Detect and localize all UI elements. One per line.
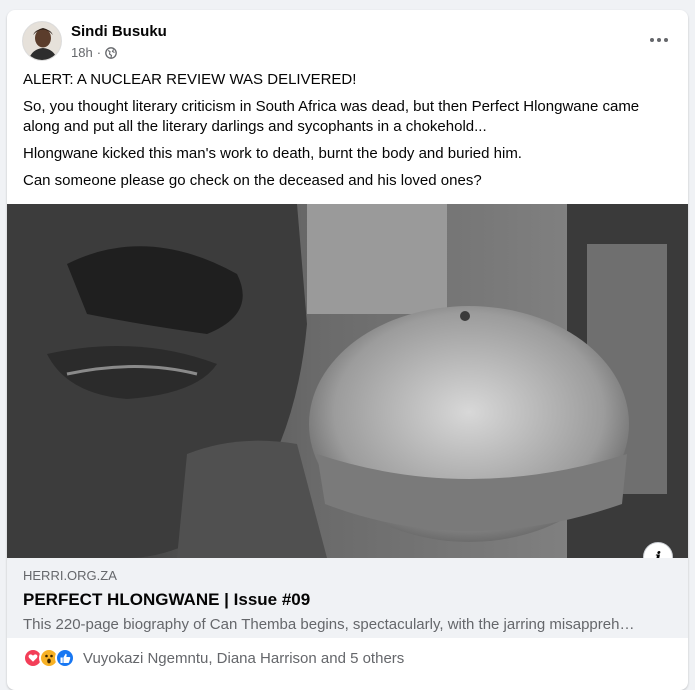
post-paragraph: ALERT: A NUCLEAR REVIEW WAS DELIVERED! xyxy=(23,71,357,88)
post-paragraph: Can someone please go check on the decea… xyxy=(23,172,482,189)
more-options-icon[interactable] xyxy=(646,27,672,53)
post-header: Sindi Busuku 18h · xyxy=(7,10,688,70)
post-paragraph: So, you thought literary criticism in So… xyxy=(23,98,640,135)
post-body: ALERT: A NUCLEAR REVIEW WAS DELIVERED! S… xyxy=(7,70,688,191)
link-preview[interactable]: HERRI.ORG.ZA PERFECT HLONGWANE | Issue #… xyxy=(7,558,688,638)
post-paragraph: Hlongwane kicked this man's work to deat… xyxy=(23,145,522,162)
post-meta: 18h · xyxy=(71,45,117,60)
reaction-icons[interactable] xyxy=(23,648,75,668)
like-icon[interactable] xyxy=(55,648,75,668)
post-timestamp[interactable]: 18h xyxy=(71,45,93,60)
reactions-bar: Vuyokazi Ngemntu, Diana Harrison and 5 o… xyxy=(7,640,688,676)
link-preview-image[interactable] xyxy=(7,204,688,558)
link-domain: HERRI.ORG.ZA xyxy=(23,568,117,583)
author-avatar[interactable] xyxy=(22,21,62,61)
globe-icon[interactable] xyxy=(105,46,117,59)
post-card: Sindi Busuku 18h · ALERT: A NUCLEAR REVI… xyxy=(7,10,688,690)
link-title[interactable]: PERFECT HLONGWANE | Issue #09 xyxy=(23,590,672,610)
meta-separator: · xyxy=(96,45,102,60)
link-description: This 220-page biography of Can Themba be… xyxy=(23,616,635,633)
author-name[interactable]: Sindi Busuku xyxy=(71,23,167,40)
reaction-names[interactable]: Vuyokazi Ngemntu, Diana Harrison and 5 o… xyxy=(83,650,404,667)
